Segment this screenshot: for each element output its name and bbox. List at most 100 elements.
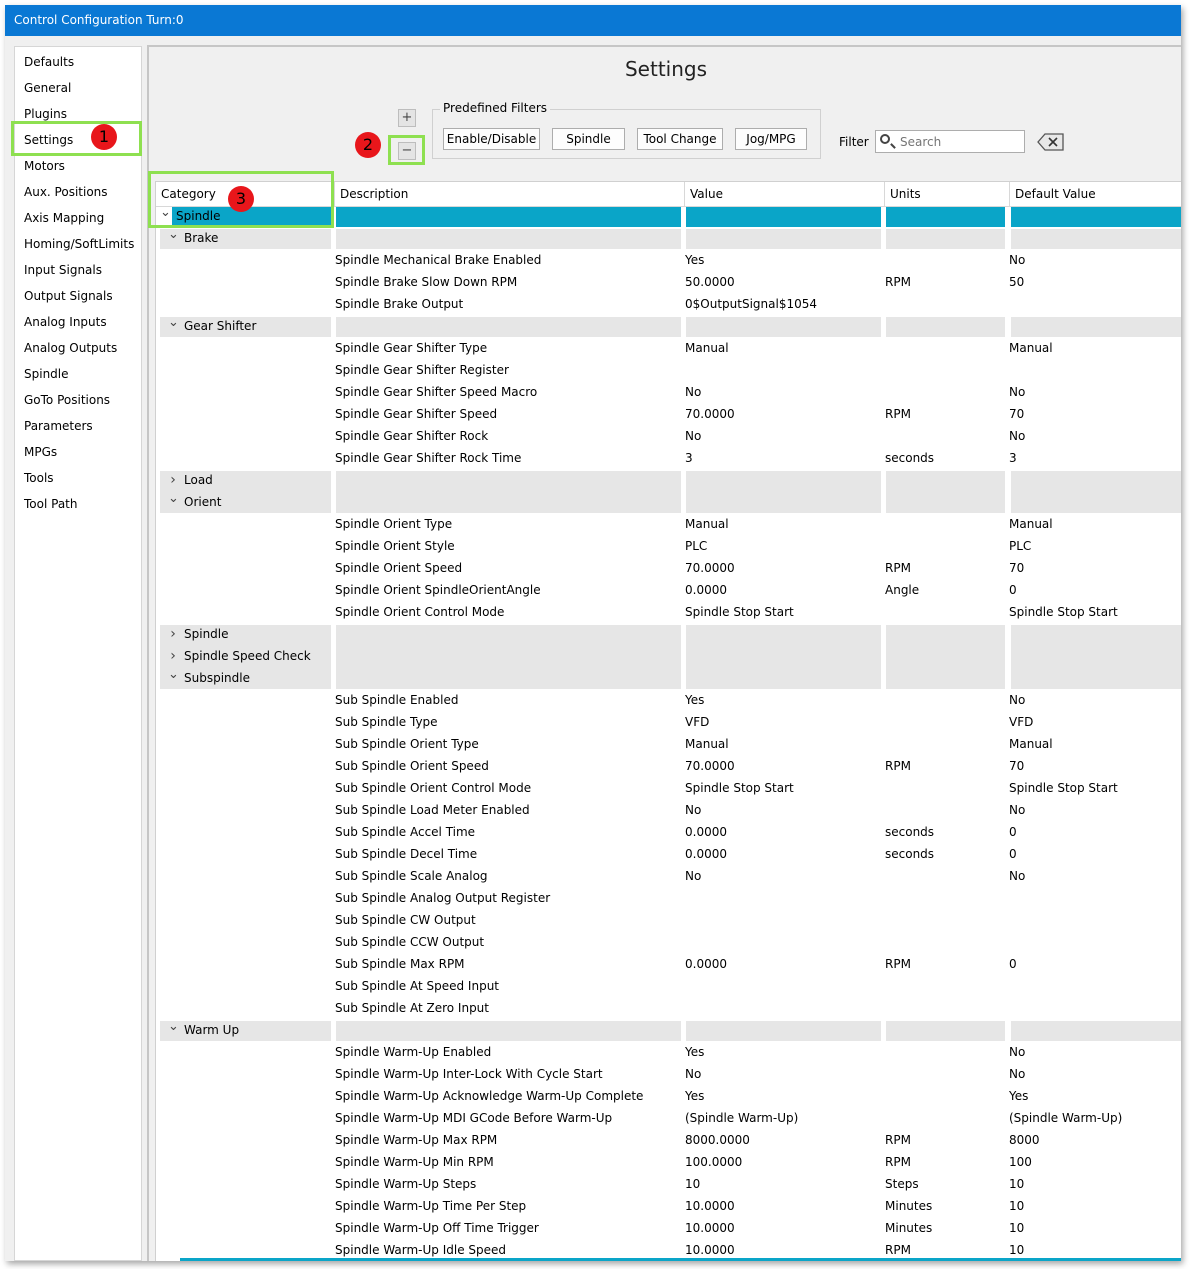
setting-row[interactable]: Spindle Warm-Up Time Per Step 10.0000 Minu… [156,1195,1181,1217]
setting-row[interactable]: Spindle Orient SpindleOrientAngle 0.0000 A… [156,579,1181,601]
setting-value[interactable]: Manual [685,733,729,755]
sidebar-item-aux-positions[interactable]: Aux. Positions [24,181,108,203]
sidebar-item-goto-positions[interactable]: GoTo Positions [24,389,110,411]
setting-row[interactable]: Spindle Gear Shifter Rock Time 3 seconds 3 [156,447,1181,469]
setting-value[interactable]: 0.0000 [685,843,727,865]
chevron-down-icon[interactable]: ⌄ [168,1019,179,1041]
setting-row[interactable]: Sub Spindle Scale Analog No No [156,865,1181,887]
setting-row[interactable]: Spindle Gear Shifter Speed 70.0000 RPM 70 [156,403,1181,425]
sidebar-item-output-signals[interactable]: Output Signals [24,285,113,307]
column-header-default-value[interactable]: Default Value [1010,182,1181,207]
sidebar-item-axis-mapping[interactable]: Axis Mapping [24,207,104,229]
setting-value[interactable]: Yes [685,1085,704,1107]
setting-value[interactable]: No [685,799,701,821]
setting-row[interactable]: Spindle Warm-Up Steps 10 Steps 10 [156,1173,1181,1195]
setting-row[interactable]: Sub Spindle At Zero Input [156,997,1181,1019]
setting-value[interactable]: Spindle Stop Start [685,777,794,799]
setting-row[interactable]: Spindle Orient Speed 70.0000 RPM 70 [156,557,1181,579]
column-header-description[interactable]: Description [335,182,685,207]
setting-value[interactable]: 50.0000 [685,271,735,293]
chevron-right-icon[interactable]: › [168,469,178,491]
setting-value[interactable]: 0.0000 [685,579,727,601]
setting-value[interactable]: 0.0000 [685,821,727,843]
setting-value[interactable]: (Spindle Warm-Up) [685,1107,798,1129]
setting-row[interactable]: Sub Spindle Orient Speed 70.0000 RPM 70 [156,755,1181,777]
sidebar-item-mpgs[interactable]: MPGs [24,441,57,463]
category-row[interactable]: ⌄ Brake [156,227,1181,249]
setting-value[interactable]: 70.0000 [685,755,735,777]
setting-row[interactable]: Spindle Warm-Up Min RPM 100.0000 RPM 100 [156,1151,1181,1173]
chevron-down-icon[interactable]: ⌄ [168,227,179,249]
setting-value[interactable]: Manual [685,513,729,535]
setting-value[interactable]: Yes [685,689,704,711]
setting-row[interactable]: Sub Spindle Enabled Yes No [156,689,1181,711]
column-header-units[interactable]: Units [885,182,1010,207]
filter-tool-change-button[interactable]: Tool Change [637,128,723,150]
setting-row[interactable]: Sub Spindle Max RPM 0.0000 RPM 0 [156,953,1181,975]
setting-value[interactable]: No [685,425,701,447]
setting-row[interactable]: Spindle Warm-Up Idle Speed 10.0000 RPM 10 [156,1239,1181,1261]
category-row[interactable]: › Spindle [156,623,1181,647]
chevron-down-icon[interactable]: ⌄ [168,315,179,337]
filter-jog-mpg-button[interactable]: Jog/MPG [735,128,807,150]
sidebar-item-spindle[interactable]: Spindle [24,363,69,385]
setting-row[interactable]: Spindle Gear Shifter Register [156,359,1181,381]
clear-search-icon[interactable] [1037,132,1065,152]
setting-row[interactable]: Spindle Warm-Up Inter-Lock With Cycle St… [156,1063,1181,1085]
setting-row[interactable]: Spindle Orient Type Manual Manual [156,513,1181,535]
setting-row[interactable]: Spindle Gear Shifter Speed Macro No No [156,381,1181,403]
setting-row[interactable]: Sub Spindle Type VFD VFD [156,711,1181,733]
sidebar-item-analog-outputs[interactable]: Analog Outputs [24,337,117,359]
setting-row[interactable]: Spindle Warm-Up Max RPM 8000.0000 RPM 8000 [156,1129,1181,1151]
setting-value[interactable]: 10.0000 [685,1217,735,1239]
chevron-down-icon[interactable]: ⌄ [168,667,179,689]
setting-value[interactable]: No [685,865,701,887]
setting-value[interactable]: 10.0000 [685,1195,735,1217]
sidebar-item-homing-softlimits[interactable]: Homing/SoftLimits [24,233,134,255]
setting-row[interactable]: Sub Spindle Orient Control Mode Spindle S… [156,777,1181,799]
chevron-right-icon[interactable]: › [168,623,178,645]
setting-row[interactable]: Spindle Warm-Up MDI GCode Before Warm-Up… [156,1107,1181,1129]
setting-value[interactable]: 100.0000 [685,1151,742,1173]
chevron-right-icon[interactable]: › [168,645,178,667]
category-row[interactable]: ⌄ Subspindle [156,667,1181,689]
setting-value[interactable]: 70.0000 [685,403,735,425]
setting-value[interactable]: 10 [685,1173,700,1195]
setting-row[interactable]: Spindle Brake Output 0$OutputSignal$1054 [156,293,1181,315]
filter-spindle-button[interactable]: Spindle [552,128,625,150]
search-box[interactable] [875,130,1025,153]
setting-row[interactable]: Spindle Brake Slow Down RPM 50.0000 RPM 50 [156,271,1181,293]
category-row[interactable]: ⌄ Warm Up [156,1019,1181,1041]
sidebar-item-defaults[interactable]: Defaults [24,51,74,73]
setting-value[interactable]: 8000.0000 [685,1129,750,1151]
setting-value[interactable]: 70.0000 [685,557,735,579]
setting-row[interactable]: Spindle Warm-Up Off Time Trigger 10.0000 M… [156,1217,1181,1239]
setting-row[interactable]: Sub Spindle At Speed Input [156,975,1181,997]
chevron-down-icon[interactable]: ⌄ [168,491,179,513]
setting-row[interactable]: Sub Spindle CW Output [156,909,1181,931]
sidebar-item-motors[interactable]: Motors [24,155,65,177]
setting-row[interactable]: Spindle Gear Shifter Rock No No [156,425,1181,447]
category-row[interactable]: › Spindle Speed Check [156,645,1181,669]
column-header-value[interactable]: Value [685,182,885,207]
setting-value[interactable]: Spindle Stop Start [685,601,794,623]
search-input[interactable] [898,133,1022,151]
setting-value[interactable]: VFD [685,711,709,733]
sidebar-item-tools[interactable]: Tools [24,467,54,489]
setting-row[interactable]: Sub Spindle Load Meter Enabled No No [156,799,1181,821]
setting-value[interactable]: No [685,381,701,403]
setting-value[interactable]: 3 [685,447,693,469]
sidebar-item-tool-path[interactable]: Tool Path [24,493,77,515]
sidebar-item-general[interactable]: General [24,77,71,99]
category-row[interactable]: › Load [156,469,1181,493]
sidebar-item-input-signals[interactable]: Input Signals [24,259,102,281]
setting-row[interactable]: Sub Spindle CCW Output [156,931,1181,953]
setting-row[interactable]: Sub Spindle Analog Output Register [156,887,1181,909]
setting-value[interactable]: 0.0000 [685,953,727,975]
setting-row[interactable]: Sub Spindle Orient Type Manual Manual [156,733,1181,755]
setting-value[interactable]: No [685,1063,701,1085]
setting-row[interactable]: Spindle Orient Control Mode Spindle Stop … [156,601,1181,623]
sidebar-item-parameters[interactable]: Parameters [24,415,93,437]
expand-all-button[interactable]: + [398,109,416,127]
setting-row[interactable]: Spindle Mechanical Brake Enabled Yes No [156,249,1181,271]
